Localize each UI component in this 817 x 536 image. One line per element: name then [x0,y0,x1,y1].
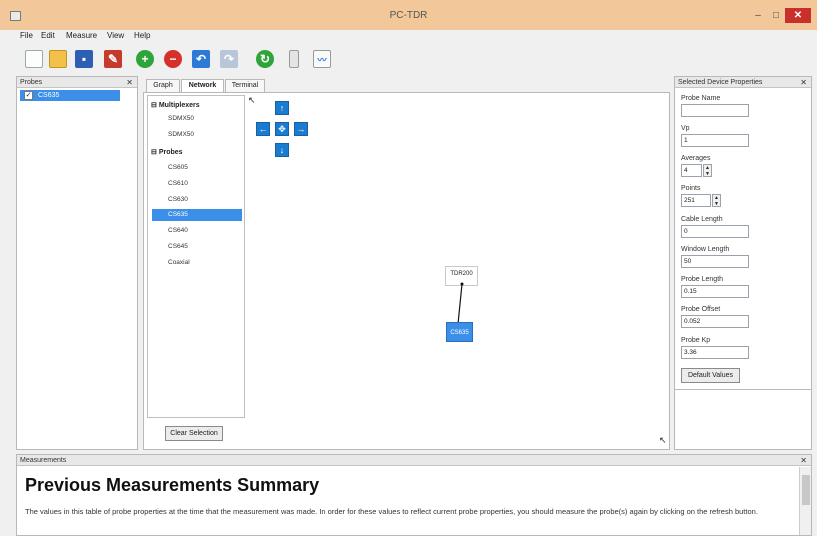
pan-left-icon[interactable]: ← [256,122,270,136]
tree-item[interactable]: SDMX50 [152,129,242,141]
measurements-panel-close-icon[interactable]: ✕ [800,455,807,466]
menu-edit[interactable]: Edit [41,31,55,40]
measurements-panel-title: Measurements [20,457,67,464]
probe-length-label: Probe Length [681,276,724,283]
menu-measure[interactable]: Measure [66,31,97,40]
collapse-icon[interactable]: ⊟ [151,149,157,156]
tree-item[interactable]: CS630 [152,194,242,206]
toolbar: ▪ ✎ + − ↶ ↷ ↻ 〰 [0,42,817,75]
group-multiplexers-label: Multiplexers [158,102,200,109]
probe-name-label: Probe Name [681,95,721,102]
refresh-icon[interactable]: ↻ [256,50,274,68]
measurements-heading: Previous Measurements Summary [25,475,320,495]
pan-down-icon[interactable]: ↓ [275,143,289,157]
tree-item[interactable]: CS640 [152,225,242,237]
chart-icon[interactable]: 〰 [313,50,331,68]
default-values-button[interactable]: Default Values [681,368,740,383]
menu-file[interactable]: File [20,31,33,40]
probes-panel-close-icon[interactable]: ✕ [126,77,133,88]
tree-item[interactable]: CS605 [152,162,242,174]
tree-item[interactable]: SDMX50 [152,113,242,125]
resize-handle-icon[interactable]: ↖ [659,435,667,446]
menu-view[interactable]: View [107,31,124,40]
averages-field[interactable]: 4 [681,164,702,177]
measurements-panel-header: Measurements ✕ [17,455,811,466]
group-multiplexers[interactable]: ⊟ Multiplexers [151,101,200,109]
redo-icon[interactable]: ↷ [220,50,238,68]
maximize-button[interactable]: □ [767,8,785,23]
tree-item[interactable]: CS610 [152,178,242,190]
tree-item-selected[interactable]: CS635 [152,209,242,221]
points-label: Points [681,185,701,192]
cable-length-label: Cable Length [681,216,723,223]
clear-selection-button[interactable]: Clear Selection [165,426,223,441]
save-icon[interactable]: ▪ [75,50,93,68]
probes-panel: Probes ✕ ✓ CS635 [16,76,138,450]
points-spinner-icon[interactable]: ▲ ▼ [712,194,721,207]
vertical-scrollbar[interactable] [799,467,811,535]
open-folder-icon[interactable] [49,50,67,68]
tree-item[interactable]: Coaxial [152,257,242,269]
properties-panel-close-icon[interactable]: ✕ [800,77,807,88]
close-window-button[interactable]: ✕ [785,8,811,23]
probe-kp-label: Probe Kp [681,337,711,344]
clear-icon[interactable]: ✎ [104,50,122,68]
properties-panel-title: Selected Device Properties [678,79,763,86]
measurements-description: The values in this table of probe proper… [25,507,758,516]
measurements-panel: Measurements ✕ Previous Measurements Sum… [16,454,812,536]
properties-panel-header: Selected Device Properties ✕ [675,77,811,88]
cursor-icon: ↖ [248,95,256,105]
cable-length-field[interactable]: 0 [681,225,749,238]
probe-offset-field[interactable]: 0.052 [681,315,749,328]
probe-offset-label: Probe Offset [681,306,721,313]
probe-kp-field[interactable]: 3.36 [681,346,749,359]
menu-help[interactable]: Help [134,31,150,40]
title-bar: PC-TDR – □ ✕ [0,0,817,30]
device-icon[interactable] [289,50,299,68]
pan-center-icon[interactable]: ✥ [275,122,289,136]
tab-network[interactable]: Network [181,79,224,92]
tab-terminal[interactable]: Terminal [225,79,265,92]
vp-label: Vp [681,125,690,132]
group-probes[interactable]: ⊟ Probes [151,148,183,156]
probe-name-field[interactable] [681,104,749,117]
window-length-label: Window Length [681,246,730,253]
add-icon[interactable]: + [136,50,154,68]
probes-panel-title: Probes [20,79,43,86]
minimize-button[interactable]: – [749,8,767,23]
undo-icon[interactable]: ↶ [192,50,210,68]
tab-graph[interactable]: Graph [146,79,180,92]
window-title: PC-TDR [389,10,428,21]
checkbox-checked-icon[interactable]: ✓ [24,91,33,100]
pan-right-icon[interactable]: → [294,122,308,136]
scrollbar-thumb[interactable] [802,475,810,505]
probe-list-item-label: CS635 [38,92,60,99]
window-length-field[interactable]: 50 [681,255,749,268]
menu-bar: File Edit Measure View Help [0,30,817,42]
averages-spinner-icon[interactable]: ▲ ▼ [703,164,712,177]
device-tree: ⊟ Multiplexers SDMX50 SDMX50 ⊟ Probes CS… [147,95,245,418]
probe-list-item[interactable]: ✓ CS635 [20,90,120,101]
tree-item[interactable]: CS645 [152,241,242,253]
new-file-icon[interactable] [25,50,43,68]
app-window: PC-TDR – □ ✕ File Edit Measure View Help… [0,0,817,536]
panel-divider [675,389,811,390]
collapse-icon[interactable]: ⊟ [151,102,157,109]
averages-label: Averages [681,155,711,162]
group-probes-label: Probes [158,149,183,156]
pan-up-icon[interactable]: ↑ [275,101,289,115]
probe-node[interactable]: CS635 [446,322,473,342]
points-field[interactable]: 251 [681,194,711,207]
remove-icon[interactable]: − [164,50,182,68]
vp-field[interactable]: 1 [681,134,749,147]
probes-panel-header: Probes ✕ [17,77,137,88]
probe-length-field[interactable]: 0.15 [681,285,749,298]
